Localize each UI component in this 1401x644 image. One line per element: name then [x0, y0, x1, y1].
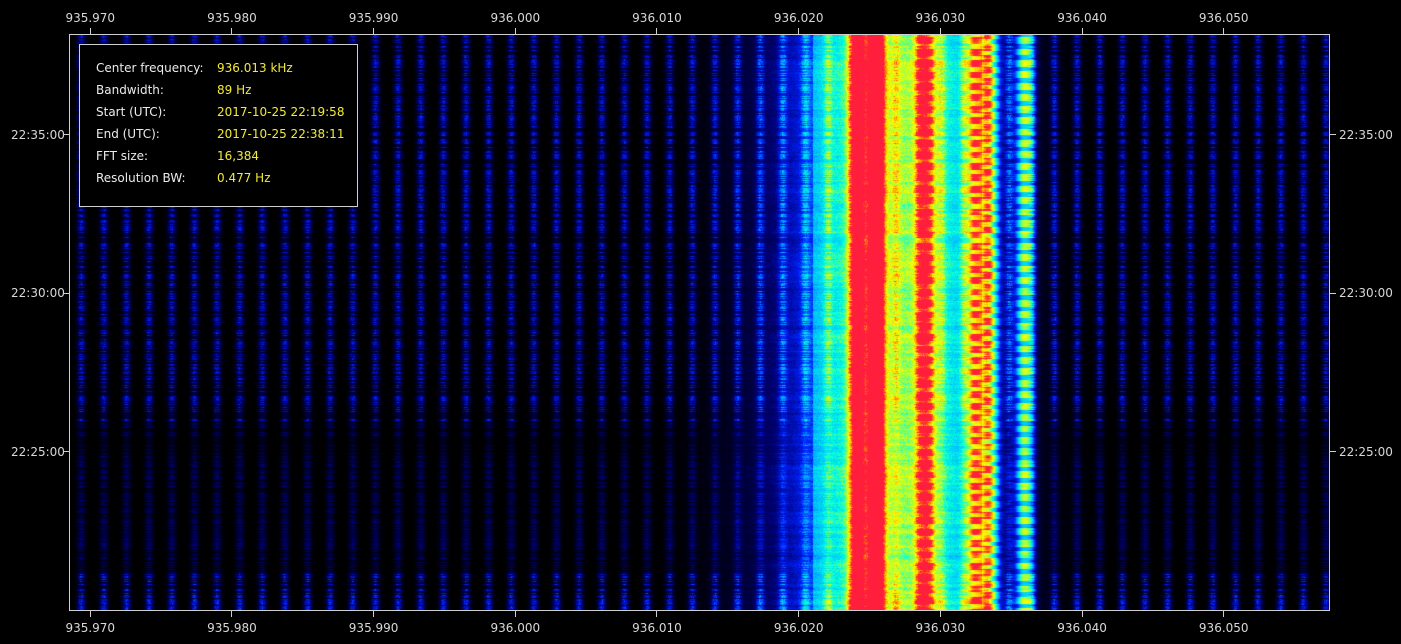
x-tick-mark-bottom — [514, 611, 516, 617]
x-tick-label-top: 936.040 — [1057, 11, 1107, 25]
x-tick-mark-top — [1081, 28, 1083, 34]
info-value: 2017-10-25 22:38:11 — [217, 127, 345, 141]
y-tick-label-right: 22:30:00 — [1339, 286, 1393, 301]
info-label: Start (UTC): — [96, 105, 167, 119]
y-tick-label-right: 22:25:00 — [1339, 444, 1393, 459]
info-value: 2017-10-25 22:19:58 — [217, 105, 345, 119]
info-row-bandwidth: Bandwidth: 89 Hz — [80, 83, 357, 103]
x-tick-mark-top — [656, 28, 658, 34]
y-tick-label-left: 22:35:00 — [11, 127, 65, 142]
x-tick-label-bottom: 935.970 — [65, 621, 116, 635]
x-tick-mark-bottom — [89, 611, 91, 617]
x-tick-label-bottom: 936.050 — [1198, 621, 1249, 635]
info-label: FFT size: — [96, 149, 149, 163]
y-tick-mark-left — [63, 134, 69, 136]
x-tick-label-top: 936.050 — [1198, 11, 1249, 25]
info-label: Bandwidth: — [96, 83, 164, 97]
info-value: 0.477 Hz — [217, 171, 271, 185]
info-row-resolution-bw: Resolution BW: 0.477 Hz — [80, 171, 357, 191]
y-tick-mark-right — [1330, 134, 1336, 136]
x-tick-mark-bottom — [798, 611, 800, 617]
x-tick-label-bottom: 936.020 — [773, 621, 824, 635]
info-row-fft-size: FFT size: 16,384 — [80, 149, 357, 169]
info-value: 936.013 kHz — [217, 61, 293, 75]
x-tick-label-bottom: 935.990 — [348, 621, 399, 635]
x-tick-label-bottom: 936.030 — [915, 621, 966, 635]
spectrogram-window: Center frequency: 936.013 kHz Bandwidth:… — [0, 0, 1401, 644]
x-tick-label-top: 936.030 — [915, 11, 966, 25]
x-tick-label-top: 935.980 — [207, 11, 257, 25]
y-tick-label-right: 22:35:00 — [1339, 127, 1393, 142]
info-label: Resolution BW: — [96, 171, 186, 185]
x-tick-label-bottom: 936.010 — [632, 621, 682, 635]
x-tick-mark-top — [1223, 28, 1225, 34]
info-row-center-frequency: Center frequency: 936.013 kHz — [80, 61, 357, 81]
x-tick-label-top: 936.010 — [632, 11, 682, 25]
recording-info-panel: Center frequency: 936.013 kHz Bandwidth:… — [79, 44, 358, 207]
x-tick-label-top: 935.990 — [348, 11, 399, 25]
x-tick-label-top: 936.000 — [490, 11, 541, 25]
x-tick-mark-top — [89, 28, 91, 34]
x-tick-mark-bottom — [656, 611, 658, 617]
x-tick-mark-bottom — [373, 611, 375, 617]
info-label: Center frequency: — [96, 61, 204, 75]
x-tick-label-bottom: 936.040 — [1057, 621, 1107, 635]
info-row-end: End (UTC): 2017-10-25 22:38:11 — [80, 127, 357, 147]
info-value: 16,384 — [217, 149, 259, 163]
x-tick-label-bottom: 935.980 — [207, 621, 257, 635]
x-tick-mark-top — [231, 28, 233, 34]
x-tick-mark-bottom — [1223, 611, 1225, 617]
x-tick-label-bottom: 936.000 — [490, 621, 541, 635]
x-tick-mark-bottom — [231, 611, 233, 617]
x-tick-mark-top — [514, 28, 516, 34]
x-tick-mark-bottom — [1081, 611, 1083, 617]
x-tick-label-top: 936.020 — [773, 11, 824, 25]
x-tick-mark-bottom — [939, 611, 941, 617]
y-tick-label-left: 22:30:00 — [11, 286, 65, 301]
y-tick-mark-right — [1330, 451, 1336, 453]
y-tick-mark-left — [63, 292, 69, 294]
y-tick-label-left: 22:25:00 — [11, 444, 65, 459]
x-tick-mark-top — [798, 28, 800, 34]
x-tick-mark-top — [373, 28, 375, 34]
y-tick-mark-right — [1330, 292, 1336, 294]
info-row-start: Start (UTC): 2017-10-25 22:19:58 — [80, 105, 357, 125]
info-label: End (UTC): — [96, 127, 160, 141]
info-value: 89 Hz — [217, 83, 252, 97]
y-tick-mark-left — [63, 451, 69, 453]
x-tick-label-top: 935.970 — [65, 11, 116, 25]
x-tick-mark-top — [939, 28, 941, 34]
